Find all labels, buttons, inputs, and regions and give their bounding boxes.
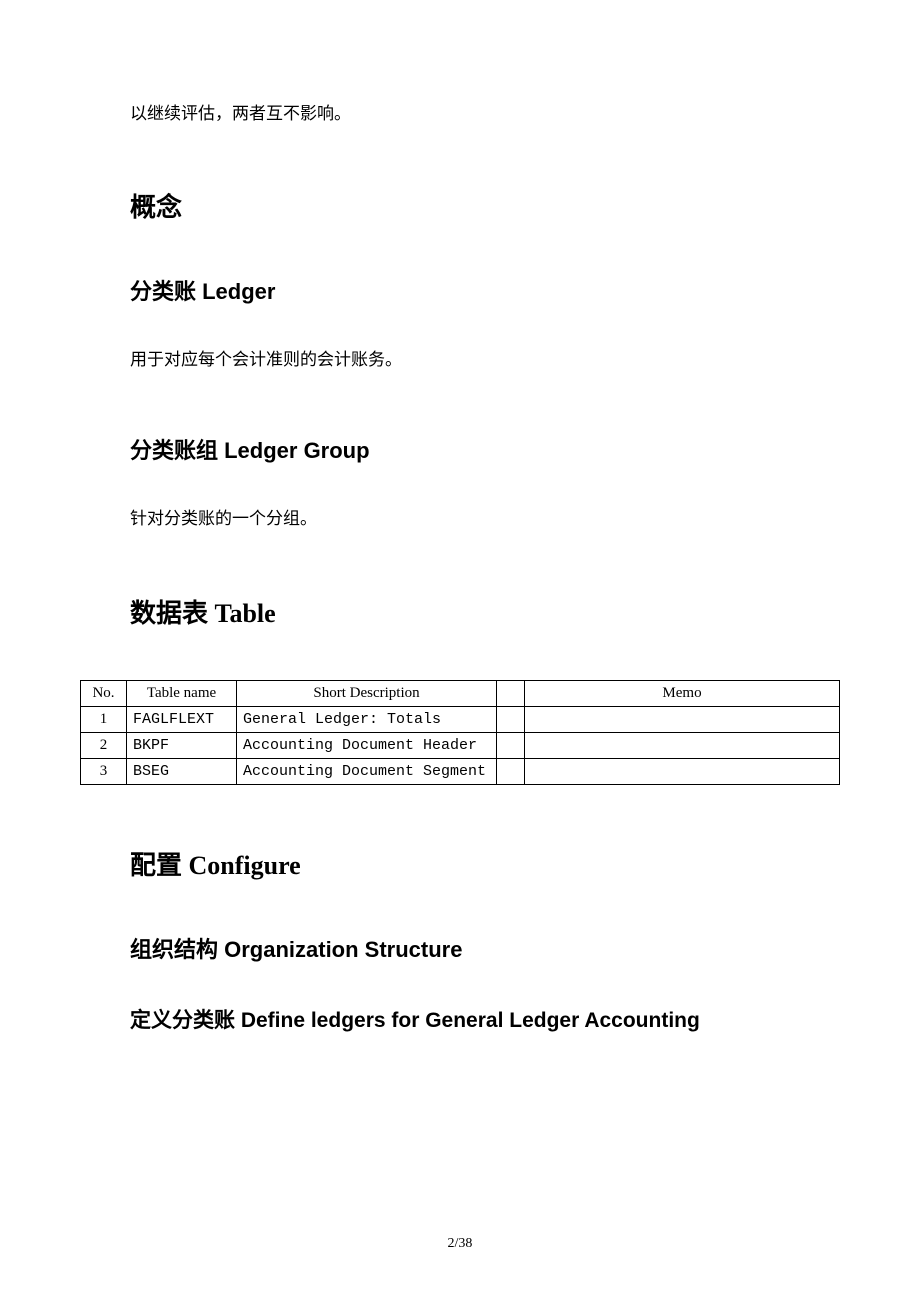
text-ledger: 用于对应每个会计准则的会计账务。 bbox=[130, 346, 840, 373]
col-header-empty bbox=[497, 680, 525, 706]
heading-define-ledgers: 定义分类账 Define ledgers for General Ledger … bbox=[130, 1004, 840, 1034]
table-row: 1 FAGLFLEXT General Ledger: Totals bbox=[81, 706, 840, 732]
table-header-row: No. Table name Short Description Memo bbox=[81, 680, 840, 706]
cell-desc: Accounting Document Header bbox=[237, 732, 497, 758]
page-content: 以继续评估，两者互不影响。 概念 分类账 Ledger 用于对应每个会计准则的会… bbox=[0, 0, 920, 1134]
cell-memo bbox=[525, 706, 840, 732]
heading-org-structure: 组织结构 Organization Structure bbox=[130, 932, 840, 964]
page-number: 2/38 bbox=[0, 1236, 920, 1252]
cell-no: 3 bbox=[81, 758, 127, 784]
text-ledger-group: 针对分类账的一个分组。 bbox=[130, 505, 840, 532]
col-header-name: Table name bbox=[127, 680, 237, 706]
cell-desc: Accounting Document Segment bbox=[237, 758, 497, 784]
table-row: 3 BSEG Accounting Document Segment bbox=[81, 758, 840, 784]
cell-desc: General Ledger: Totals bbox=[237, 706, 497, 732]
col-header-memo: Memo bbox=[525, 680, 840, 706]
cell-memo bbox=[525, 758, 840, 784]
cell-empty bbox=[497, 706, 525, 732]
cell-memo bbox=[525, 732, 840, 758]
cell-no: 1 bbox=[81, 706, 127, 732]
intro-text: 以继续评估，两者互不影响。 bbox=[130, 100, 840, 127]
col-header-desc: Short Description bbox=[237, 680, 497, 706]
cell-no: 2 bbox=[81, 732, 127, 758]
cell-empty bbox=[497, 732, 525, 758]
cell-name: BSEG bbox=[127, 758, 237, 784]
cell-name: FAGLFLEXT bbox=[127, 706, 237, 732]
heading-configure: 配置 Configure bbox=[130, 845, 840, 882]
heading-concept: 概念 bbox=[130, 187, 840, 224]
cell-empty bbox=[497, 758, 525, 784]
data-table: No. Table name Short Description Memo 1 … bbox=[80, 680, 840, 785]
heading-table: 数据表 Table bbox=[130, 593, 840, 630]
cell-name: BKPF bbox=[127, 732, 237, 758]
heading-ledger: 分类账 Ledger bbox=[130, 274, 840, 306]
heading-ledger-group: 分类账组 Ledger Group bbox=[130, 433, 840, 465]
col-header-no: No. bbox=[81, 680, 127, 706]
table-row: 2 BKPF Accounting Document Header bbox=[81, 732, 840, 758]
